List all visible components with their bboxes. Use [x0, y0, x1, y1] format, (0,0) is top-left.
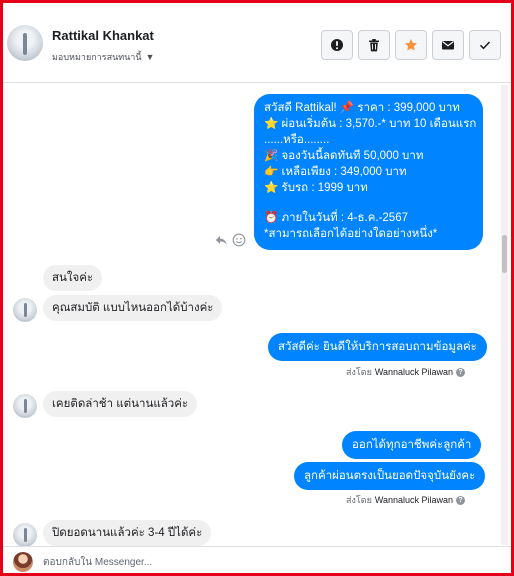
- sent-by-prefix: ส่งโดย: [346, 367, 372, 377]
- promo-line: ⭐ รับรถ : 1999 บาท: [264, 182, 368, 194]
- contact-name[interactable]: Rattikal Khankat: [52, 28, 154, 43]
- promo-line: สวัสดี Rattikal! 📌 ราคา : 399,000 บาท: [264, 102, 460, 114]
- message-thread[interactable]: สวัสดี Rattikal! 📌 ราคา : 399,000 บาท ⭐ …: [3, 84, 501, 546]
- star-button[interactable]: [395, 30, 427, 60]
- scrollbar-thumb[interactable]: [502, 235, 507, 273]
- envelope-icon: [442, 41, 454, 50]
- reply-icon[interactable]: [214, 233, 228, 247]
- contact-avatar: [13, 523, 37, 546]
- trash-icon: [369, 39, 379, 52]
- thread-scrollbar[interactable]: [501, 85, 508, 545]
- contact-avatar: [13, 298, 37, 322]
- conversation-actions: [321, 30, 501, 60]
- my-avatar: [13, 552, 33, 572]
- message-reactions: [214, 233, 246, 247]
- sent-by-prefix: ส่งโดย: [346, 495, 372, 505]
- incoming-message[interactable]: ปิดยอดนานแล้วค่ะ 3-4 ปีได้ค่ะ: [43, 520, 212, 546]
- promo-line: ⏰ ภายในวันที่ : 4-ธ.ค.-2567: [264, 212, 408, 224]
- smiley-icon[interactable]: [232, 233, 246, 247]
- outgoing-message[interactable]: ออกได้ทุกอาชีพค่ะลูกค้า: [342, 431, 482, 459]
- sent-by-label: ส่งโดย Wannaluck Pilawan ?: [346, 493, 466, 507]
- assign-conversation-dropdown[interactable]: มอบหมายการสนทนานี้ ▼: [52, 50, 154, 64]
- conversation-header: Rattikal Khankat มอบหมายการสนทนานี้ ▼: [3, 3, 511, 83]
- assign-label: มอบหมายการสนทนานี้: [52, 52, 142, 62]
- outgoing-message[interactable]: สวัสดีค่ะ ยินดีให้บริการสอบถามข้อมูลค่ะ: [268, 333, 487, 361]
- agent-name: Wannaluck Pilawan: [374, 495, 454, 505]
- info-icon[interactable]: ?: [456, 495, 466, 505]
- messenger-window: Rattikal Khankat มอบหมายการสนทนานี้ ▼ สว…: [0, 0, 514, 576]
- star-icon: [405, 39, 417, 51]
- contact-avatar[interactable]: [7, 25, 43, 61]
- incoming-message[interactable]: สนใจค่ะ: [43, 265, 103, 291]
- promo-line: *สามารถเลือกได้อย่างใดอย่างหนึ่ง*: [264, 228, 438, 240]
- mark-unread-button[interactable]: [432, 30, 464, 60]
- promo-line: ⭐ ผ่อนเริ่มต้น : 3,570.-* บาท 10 เดือนแร…: [264, 118, 477, 130]
- check-icon: [479, 41, 491, 50]
- incoming-message[interactable]: เคยติดล่าช้า แต่นานแล้วค่ะ: [43, 391, 198, 417]
- promo-line: 👉 เหลือเพียง : 349,000 บาท: [264, 166, 407, 178]
- reply-composer: [3, 546, 511, 573]
- promo-message-bubble[interactable]: สวัสดี Rattikal! 📌 ราคา : 399,000 บาท ⭐ …: [254, 94, 483, 250]
- outgoing-message[interactable]: ลูกค้าผ่อนตรงเป็นยอดปัจจุบันยังคะ: [294, 462, 486, 490]
- contact-avatar: [13, 394, 37, 418]
- promo-line: ......หรือ........: [264, 134, 330, 146]
- agent-name: Wannaluck Pilawan: [374, 367, 454, 377]
- reply-input[interactable]: [43, 552, 483, 572]
- delete-button[interactable]: [358, 30, 390, 60]
- info-icon[interactable]: ?: [456, 367, 466, 377]
- exclamation-icon: [331, 39, 343, 51]
- mark-done-button[interactable]: [469, 30, 501, 60]
- promo-line: 🎉 จองวันนี้ลดทันที 50,000 บาท: [264, 150, 424, 162]
- sent-by-label: ส่งโดย Wannaluck Pilawan ?: [346, 365, 466, 379]
- chevron-down-icon: ▼: [145, 52, 155, 62]
- incoming-message[interactable]: คุณสมบัติ แบบไหนออกได้บ้างค่ะ: [43, 295, 223, 321]
- mark-spam-button[interactable]: [321, 30, 353, 60]
